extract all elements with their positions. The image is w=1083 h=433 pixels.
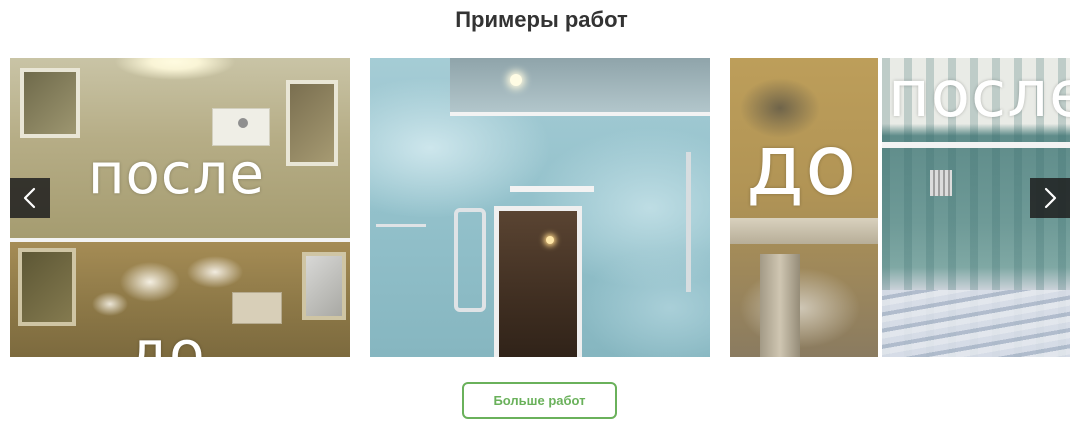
before-caption: до bbox=[128, 318, 206, 357]
vent-grille bbox=[930, 170, 952, 196]
tiled-floor bbox=[882, 290, 1070, 357]
door-cornice bbox=[510, 186, 594, 192]
window bbox=[20, 68, 80, 138]
chevron-left-icon bbox=[23, 187, 36, 209]
vent-box bbox=[232, 292, 282, 324]
gallery-slide-2[interactable] bbox=[370, 58, 710, 357]
gallery-next-button[interactable] bbox=[1030, 178, 1070, 218]
after-caption: после bbox=[88, 142, 265, 207]
after-caption: после bbox=[888, 58, 1070, 132]
bathroom-photo bbox=[370, 58, 710, 357]
ceiling-light bbox=[510, 74, 522, 86]
window bbox=[18, 248, 76, 326]
vent-shaft bbox=[760, 254, 800, 357]
gallery-slide-3[interactable]: до после bbox=[730, 58, 1070, 357]
hook-rack bbox=[376, 208, 426, 227]
ceiling bbox=[450, 58, 710, 116]
works-examples-section: Примеры работ после до до после Больше р… bbox=[0, 0, 1083, 433]
shower-rail bbox=[686, 152, 691, 292]
chevron-right-icon bbox=[1044, 187, 1057, 209]
more-works-button[interactable]: Больше работ bbox=[462, 382, 617, 419]
before-photo: до bbox=[730, 58, 878, 357]
hall-light bbox=[546, 236, 554, 244]
towel-rail bbox=[454, 208, 486, 312]
before-caption: до bbox=[746, 116, 858, 214]
fan-icon bbox=[238, 118, 248, 128]
section-title: Примеры работ bbox=[455, 7, 628, 32]
window bbox=[286, 80, 338, 166]
before-photo: до bbox=[10, 242, 350, 357]
window bbox=[302, 252, 346, 320]
wall-ledge bbox=[730, 218, 878, 244]
after-photo: после bbox=[10, 58, 350, 238]
gallery-slide-1[interactable]: после до bbox=[10, 58, 350, 357]
gallery-prev-button[interactable] bbox=[10, 178, 50, 218]
ceiling-cornice bbox=[882, 142, 1070, 148]
doorway bbox=[494, 206, 582, 357]
